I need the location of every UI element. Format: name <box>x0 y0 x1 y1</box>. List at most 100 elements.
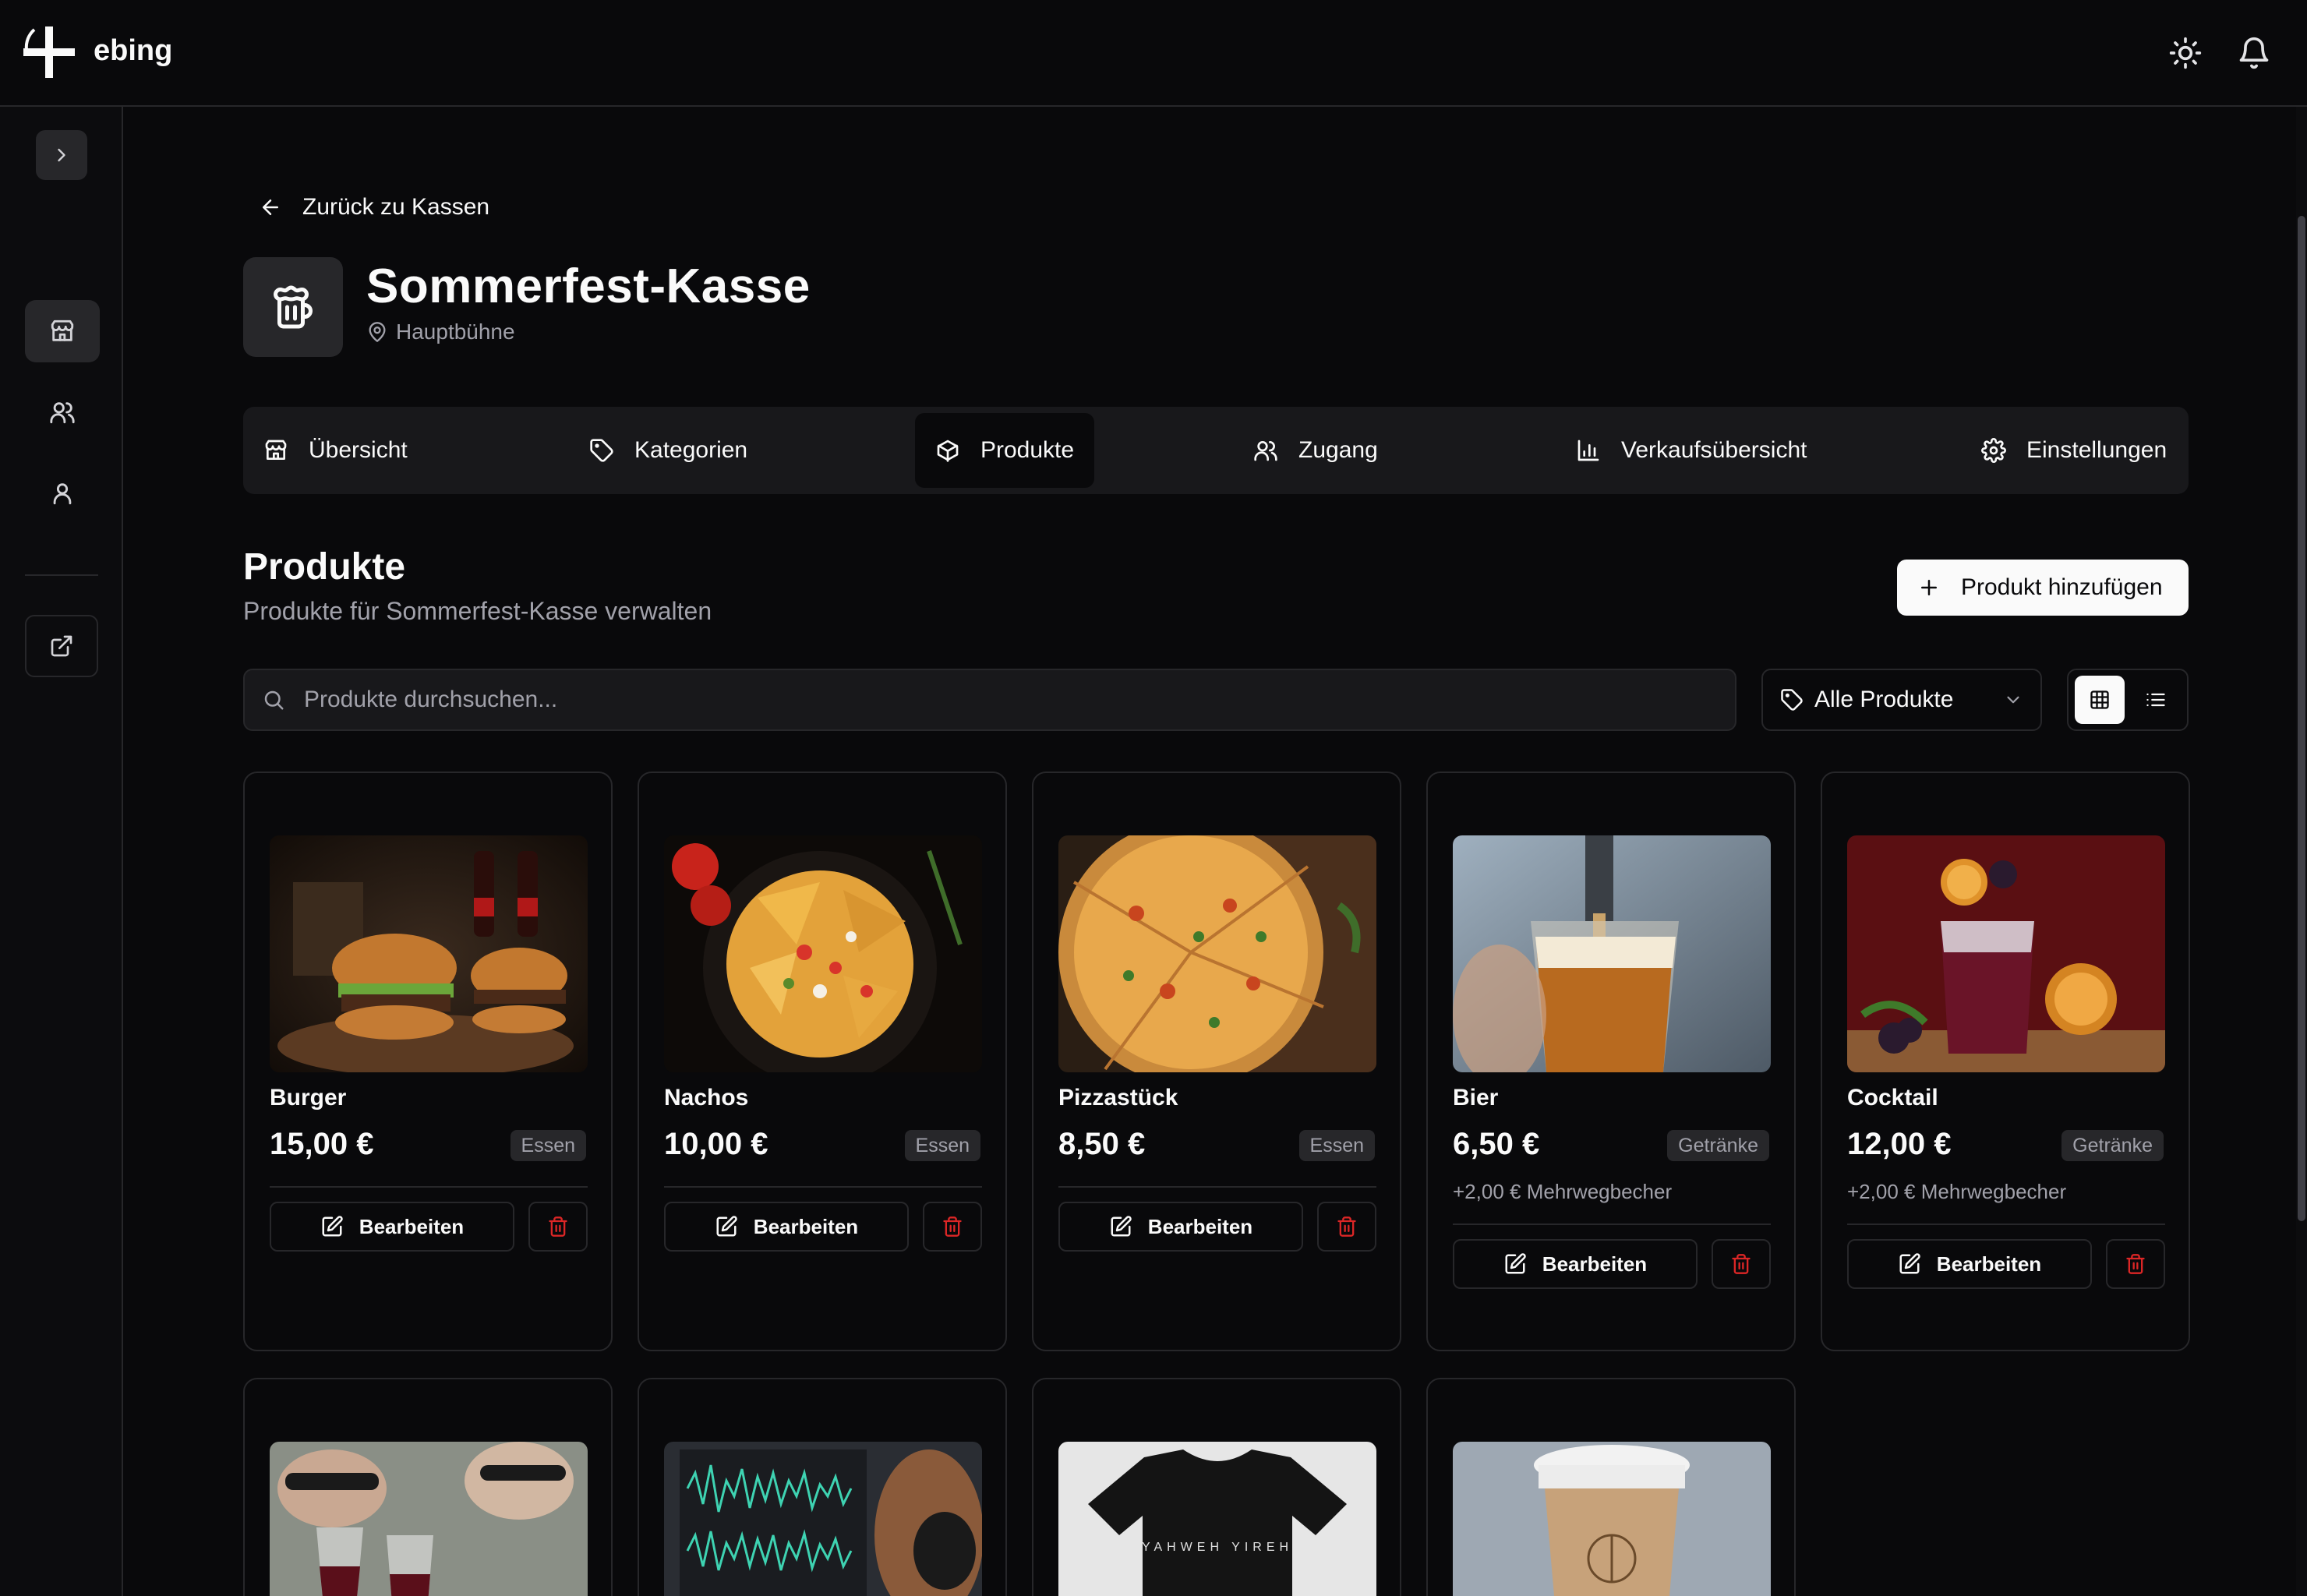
grid-view-button[interactable] <box>2075 676 2125 724</box>
filter-value: Alle Produkte <box>1814 687 1954 712</box>
edit-button[interactable]: Bearbeiten <box>1847 1239 2092 1289</box>
svg-text:YAHWEH YIREH: YAHWEH YIREH <box>1142 1541 1293 1554</box>
product-image-cocktail <box>1847 835 2165 1072</box>
delete-button[interactable] <box>1317 1202 1376 1252</box>
product-card: Bier 6,50 € Getränke +2,00 € Mehrwegbech… <box>1426 772 1796 1351</box>
product-price: 8,50 € <box>1058 1127 1146 1161</box>
product-image-beer <box>1453 835 1771 1072</box>
product-image-tshirt: YAHWEH YIREH <box>1058 1442 1376 1596</box>
trash-icon <box>2126 1254 2145 1274</box>
category-filter-select[interactable]: Alle Produkte <box>1761 669 2042 731</box>
product-name: Bier <box>1453 1085 1499 1110</box>
product-image-audio <box>664 1442 982 1596</box>
category-badge: Essen <box>1298 1130 1375 1161</box>
product-card: Burger 15,00 € Essen Bearbeiten <box>243 772 613 1351</box>
edit-button[interactable]: Bearbeiten <box>270 1202 514 1252</box>
trash-icon <box>943 1216 962 1237</box>
back-link[interactable]: Zurück zu Kassen <box>259 190 489 224</box>
sidebar-item-profile[interactable] <box>25 462 100 524</box>
add-product-button[interactable]: Produkt hinzufügen <box>1897 560 2189 616</box>
tab-einstellungen[interactable]: Einstellungen <box>1961 413 2187 488</box>
sidebar-item-stores[interactable] <box>25 300 100 362</box>
sidebar-toggle-button[interactable] <box>36 130 87 180</box>
section-title: Produkte <box>243 546 406 588</box>
card-divider <box>664 1186 982 1188</box>
store-tabs: Übersicht Kategorien Produkte Zugang Ver… <box>243 407 2189 494</box>
product-image-nachos <box>664 835 982 1072</box>
ebing-logo <box>23 26 75 78</box>
sidebar <box>0 107 123 1596</box>
product-price: 15,00 € <box>270 1127 374 1161</box>
product-image-burger <box>270 835 588 1072</box>
edit-button[interactable]: Bearbeiten <box>664 1202 909 1252</box>
edit-button[interactable]: Bearbeiten <box>1453 1239 1698 1289</box>
tab-label: Produkte <box>980 437 1075 463</box>
product-card: YAHWEH YIREH <box>1032 1378 1401 1596</box>
edit-label: Bearbeiten <box>1542 1252 1648 1276</box>
external-link-icon <box>51 635 72 657</box>
users-icon <box>1254 441 1277 461</box>
beer-icon <box>243 257 343 357</box>
product-name: Nachos <box>664 1085 749 1110</box>
product-name: Pizzastück <box>1058 1085 1178 1110</box>
grid-icon <box>2090 690 2109 709</box>
product-name: Cocktail <box>1847 1085 1938 1110</box>
scrollbar-thumb[interactable] <box>2298 216 2305 1221</box>
delete-button[interactable] <box>2106 1239 2165 1289</box>
map-pin-icon <box>369 322 386 342</box>
list-view-button[interactable] <box>2131 676 2181 724</box>
gear-icon <box>1981 438 2006 463</box>
search-placeholder: Produkte durchsuchen... <box>304 687 558 712</box>
tab-kategorien[interactable]: Kategorien <box>569 413 768 488</box>
product-card <box>1426 1378 1796 1596</box>
edit-label: Bearbeiten <box>359 1214 465 1238</box>
category-badge: Getränke <box>1667 1130 1769 1161</box>
delete-button[interactable] <box>1712 1239 1771 1289</box>
trash-icon <box>1732 1254 1751 1274</box>
product-price: 6,50 € <box>1453 1127 1540 1161</box>
edit-icon <box>1505 1253 1526 1274</box>
tab-zugang[interactable]: Zugang <box>1233 413 1398 488</box>
store-location: Hauptbühne <box>366 320 515 344</box>
search-input[interactable]: Produkte durchsuchen... <box>243 669 1736 731</box>
add-product-label: Produkt hinzufügen <box>1961 574 2163 600</box>
trash-icon <box>549 1216 567 1237</box>
sun-icon[interactable] <box>2168 36 2203 70</box>
edit-icon <box>322 1216 343 1237</box>
product-card: Cocktail 12,00 € Getränke +2,00 € Mehrwe… <box>1821 772 2190 1351</box>
tab-uebersicht[interactable]: Übersicht <box>243 413 428 488</box>
user-icon <box>53 483 72 505</box>
tab-label: Verkaufsübersicht <box>1621 437 1807 463</box>
product-image-coffee <box>1453 1442 1771 1596</box>
edit-icon <box>1899 1253 1920 1274</box>
tab-label: Übersicht <box>309 437 408 463</box>
app-name: ebing <box>94 34 173 67</box>
external-link-button[interactable] <box>25 615 98 677</box>
section-subtitle: Produkte für Sommerfest-Kasse verwalten <box>243 597 712 625</box>
product-price: 12,00 € <box>1847 1127 1952 1161</box>
tag-icon <box>590 439 613 462</box>
deposit-info: +2,00 € Mehrwegbecher <box>1453 1180 1673 1203</box>
back-link-label: Zurück zu Kassen <box>302 194 490 220</box>
search-icon <box>264 690 284 710</box>
product-name: Burger <box>270 1085 347 1110</box>
store-icon <box>265 440 287 460</box>
tab-verkaufsuebersicht[interactable]: Verkaufsübersicht <box>1556 413 1827 488</box>
page-title: Sommerfest-Kasse <box>366 260 811 313</box>
edit-icon <box>716 1216 737 1237</box>
delete-button[interactable] <box>528 1202 588 1252</box>
scrollbar[interactable] <box>2296 107 2307 1596</box>
edit-button[interactable]: Bearbeiten <box>1058 1202 1303 1252</box>
product-card: Nachos 10,00 € Essen Bearbeiten <box>638 772 1007 1351</box>
card-divider <box>1847 1223 2165 1225</box>
list-icon <box>2146 693 2165 707</box>
sidebar-item-users[interactable] <box>25 381 100 443</box>
edit-label: Bearbeiten <box>1147 1214 1253 1238</box>
store-icon <box>51 320 74 341</box>
tab-produkte[interactable]: Produkte <box>915 413 1095 488</box>
edit-label: Bearbeiten <box>753 1214 859 1238</box>
users-icon <box>50 402 75 424</box>
bell-icon[interactable] <box>2237 36 2271 70</box>
card-divider <box>1058 1186 1376 1188</box>
delete-button[interactable] <box>923 1202 982 1252</box>
